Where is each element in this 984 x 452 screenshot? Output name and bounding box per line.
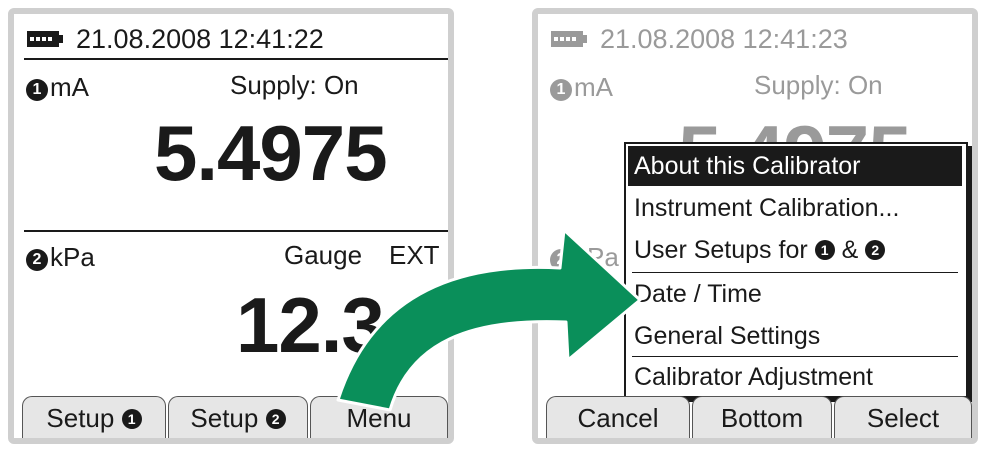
cancel-softkey[interactable]: Cancel [546, 396, 690, 438]
setup1-softkey[interactable]: Setup 1 [22, 396, 166, 438]
channel2-unit: 2 kPa [550, 242, 619, 272]
channel1-unit: 1 mA [550, 72, 613, 102]
channel2-badge: 2 [26, 249, 48, 271]
battery-icon [27, 31, 63, 47]
user-setups-label: User Setups for [634, 236, 808, 264]
battery-icon [551, 31, 587, 47]
select-softkey[interactable]: Select [834, 396, 972, 438]
datetime-label: 21.08.2008 12:41:22 [76, 24, 324, 54]
channel2-badge: 2 [550, 249, 572, 271]
menu-item-date-time[interactable]: Date / Time [628, 274, 962, 314]
status-header: 21.08.2008 12:41:23 [538, 24, 972, 54]
channel2-unit-label: kPa [574, 242, 619, 272]
channel2-ext: EXT [389, 240, 440, 270]
channel1-unit-label: mA [574, 72, 613, 102]
channel1-unit: 1 mA [26, 72, 89, 102]
channel1-badge: 1 [26, 79, 48, 101]
menu-item-instrument-calibration[interactable]: Instrument Calibration... [628, 188, 962, 228]
channel2-unit-label: kPa [50, 242, 95, 272]
user-setups-badge2: 2 [865, 240, 886, 260]
datetime-label: 21.08.2008 12:41:23 [600, 24, 848, 54]
menu-item-general-settings[interactable]: General Settings [628, 316, 962, 356]
user-setups-amp: & [841, 236, 859, 264]
softkey-bar: Cancel Bottom Select [538, 390, 972, 438]
calibrator-screen-menu: 21.08.2008 12:41:23 1mA Supply: On 5.497… [532, 8, 978, 444]
channel2-mode: Gauge [284, 240, 363, 270]
setup2-softkey[interactable]: Setup 2 [168, 396, 308, 438]
user-setups-badge1: 1 [814, 240, 835, 260]
channel1-unit-label: mA [50, 72, 89, 102]
bottom-softkey[interactable]: Bottom [692, 396, 832, 438]
menu-softkey[interactable]: Menu [310, 396, 448, 438]
header-divider [24, 58, 448, 60]
channel2-reading: 12.3 [236, 281, 385, 369]
channel1-supply-status: Supply: On [230, 70, 359, 100]
setup1-label: Setup [46, 403, 115, 433]
setup1-badge: 1 [121, 409, 142, 429]
menu-separator [632, 272, 958, 273]
channel1-supply-status: Supply: On [754, 70, 883, 100]
setup2-badge: 2 [265, 409, 286, 429]
channel2-unit: 2 kPa [26, 242, 95, 272]
main-menu-popup: About this Calibrator Instrument Calibra… [624, 142, 968, 398]
softkey-bar: Setup 1 Setup 2 Menu [14, 390, 448, 438]
setup2-label: Setup [190, 403, 259, 433]
calibrator-screen-main: 21.08.2008 12:41:22 1 mA Supply: On 5.497… [8, 8, 454, 444]
status-header: 21.08.2008 12:41:22 [14, 24, 448, 54]
menu-item-about[interactable]: About this Calibrator [628, 146, 962, 186]
channel1-badge: 1 [550, 79, 572, 101]
channel1-reading: 5.4975 [154, 109, 388, 197]
channel-divider [24, 230, 448, 232]
menu-item-user-setups[interactable]: User Setups for 1 & 2 [628, 230, 962, 270]
